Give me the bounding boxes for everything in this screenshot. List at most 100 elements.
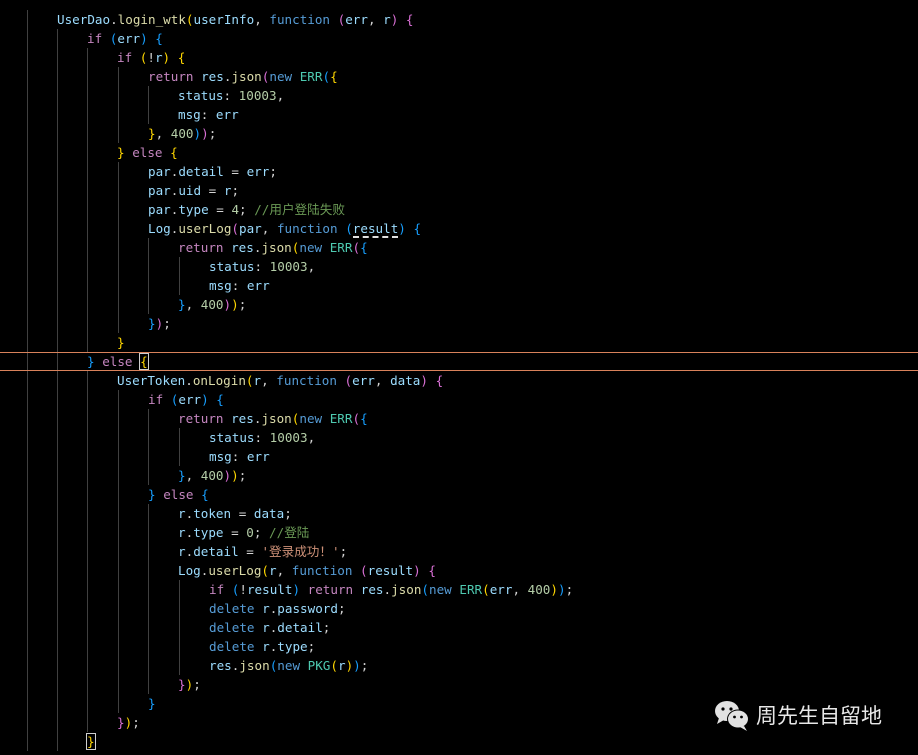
code-line[interactable]: r.detail = '登录成功！'; (0, 542, 918, 561)
code-token: = (223, 164, 247, 179)
code-line[interactable]: return res.json(new ERR({ (0, 238, 918, 257)
code-token: ( (261, 563, 270, 578)
code-line[interactable]: return res.json(new ERR({ (0, 67, 918, 86)
code-token: r (178, 544, 186, 559)
code-text: status: 10003, (209, 257, 315, 276)
code-line[interactable]: Log.userLog(r, function (result) { (0, 561, 918, 580)
code-line[interactable]: if (err) { (0, 29, 918, 48)
code-line[interactable]: r.token = data; (0, 504, 918, 523)
code-token: if (87, 31, 103, 46)
code-text: delete r.type; (209, 637, 315, 656)
wechat-icon (713, 698, 751, 732)
code-line[interactable]: status: 10003, (0, 257, 918, 276)
code-token: 400 (170, 126, 194, 141)
code-text: UserToken.onLogin(r, function (err, data… (117, 371, 443, 390)
code-line[interactable]: status: 10003, (0, 86, 918, 105)
code-token: , (185, 297, 201, 312)
code-token: res (201, 69, 224, 84)
code-line[interactable]: if (!result) return res.json(new ERR(err… (0, 580, 918, 599)
code-line[interactable]: par.type = 4; //用户登陆失败 (0, 200, 918, 219)
code-line[interactable]: delete r.password; (0, 599, 918, 618)
code-token: ) (398, 221, 406, 236)
code-token: password (277, 601, 338, 616)
code-token: , (512, 582, 528, 597)
code-token: , (185, 468, 201, 483)
code-token: return (178, 240, 224, 255)
code-token: ) (413, 563, 421, 578)
code-token: , (374, 373, 391, 388)
code-line[interactable]: } (0, 732, 918, 751)
code-token: ! (239, 582, 247, 597)
code-line[interactable]: msg: err (0, 447, 918, 466)
code-token: function (276, 221, 338, 236)
code-token: r (383, 12, 391, 27)
code-token: type (178, 202, 209, 217)
code-token: { (413, 221, 422, 236)
code-line[interactable]: UserToken.onLogin(r, function (err, data… (0, 371, 918, 390)
code-line[interactable]: }, 400)); (0, 124, 918, 143)
code-token: , (254, 12, 270, 27)
code-line[interactable]: UserDao.login_wtk(userInfo, function (er… (0, 10, 918, 29)
matched-bracket: } (86, 733, 96, 750)
code-line[interactable]: r.type = 0; //登陆 (0, 523, 918, 542)
code-line[interactable]: if (err) { (0, 390, 918, 409)
code-token: } (87, 354, 95, 369)
code-token: json (391, 582, 422, 597)
code-editor[interactable]: UserDao.login_wtk(userInfo, function (er… (0, 0, 918, 755)
code-line[interactable]: }); (0, 675, 918, 694)
code-line[interactable]: } (0, 333, 918, 352)
code-line[interactable]: } else { (0, 143, 918, 162)
code-token: UserDao (57, 12, 111, 27)
code-token: res (231, 240, 254, 255)
code-token: ; (565, 582, 574, 597)
code-text: } (117, 333, 125, 352)
code-text: } else { (87, 353, 149, 370)
warning-squiggle: result (352, 221, 399, 238)
code-token: ; (208, 126, 217, 141)
code-line[interactable]: msg: err (0, 105, 918, 124)
code-token: r (262, 639, 270, 654)
code-token: err (215, 107, 239, 122)
code-token: { (428, 563, 436, 578)
code-token: onLogin (192, 373, 246, 388)
code-line[interactable]: msg: err (0, 276, 918, 295)
code-line[interactable]: par.detail = err; (0, 162, 918, 181)
code-token: ; (238, 297, 247, 312)
code-line[interactable]: Log.userLog(par, function (result) { (0, 219, 918, 238)
code-text: par.detail = err; (148, 162, 277, 181)
code-line[interactable]: }, 400)); (0, 295, 918, 314)
code-line[interactable]: if (!r) { (0, 48, 918, 67)
matched-bracket: { (139, 353, 149, 370)
code-line[interactable]: }); (0, 314, 918, 333)
code-token: ; (163, 316, 171, 331)
code-line[interactable]: delete r.type; (0, 637, 918, 656)
code-token: par (148, 202, 171, 217)
code-token: detail (193, 544, 239, 559)
code-token: err (489, 582, 513, 597)
code-line[interactable]: return res.json(new ERR({ (0, 409, 918, 428)
code-token: ; (337, 601, 346, 616)
code-line[interactable]: delete r.detail; (0, 618, 918, 637)
code-token: function (269, 12, 331, 27)
code-token: ) (231, 297, 239, 312)
code-text: par.type = 4; //用户登陆失败 (148, 200, 345, 219)
code-line[interactable]: } else { (0, 485, 918, 504)
code-line[interactable]: res.json(new PKG(r)); (0, 656, 918, 675)
code-token: res (209, 658, 232, 673)
code-line[interactable]: status: 10003, (0, 428, 918, 447)
code-text: msg: err (209, 447, 270, 466)
code-line[interactable]: par.uid = r; (0, 181, 918, 200)
code-line[interactable]: }, 400)); (0, 466, 918, 485)
code-token: , (276, 88, 285, 103)
code-line-current[interactable]: } else { (0, 352, 918, 371)
code-token: ( (345, 221, 353, 236)
code-token: res (360, 582, 384, 597)
